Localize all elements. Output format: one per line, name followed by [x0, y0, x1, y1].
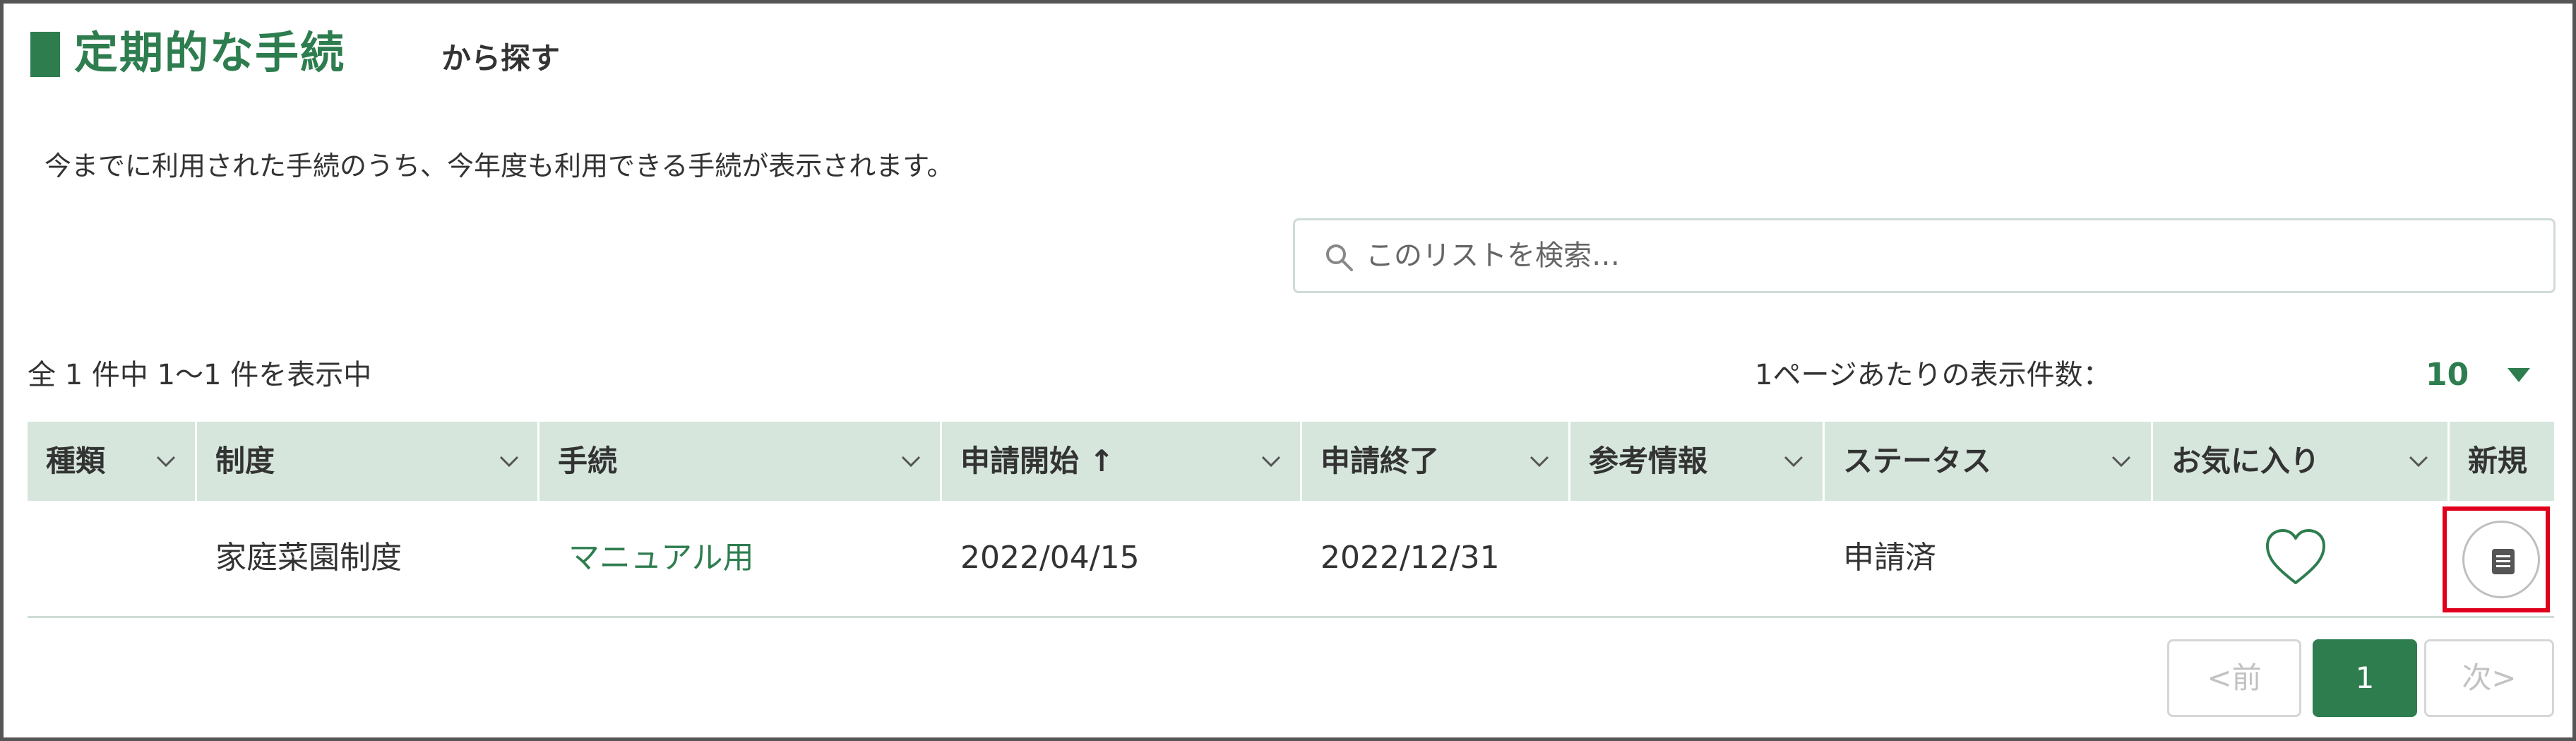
caret-down-icon	[2508, 368, 2530, 382]
procedure-link[interactable]: マニュアル用	[568, 536, 754, 580]
procedure-list-panel: 定期的な手続 から探す 今までに利用された手続のうち、今年度も利用できる手続が表…	[0, 0, 2576, 741]
heading-accent-bar	[30, 32, 60, 77]
column-label: お気に入り	[2171, 444, 2320, 478]
column-header-new: 新規	[2450, 422, 2554, 501]
column-header-start[interactable]: 申請開始 ↑	[942, 422, 1302, 501]
column-header-procedure[interactable]: 手続	[539, 422, 942, 501]
chevron-down-icon	[901, 456, 921, 468]
chevron-down-icon	[1530, 456, 1549, 468]
column-label: 制度	[215, 444, 275, 478]
column-label: 種類	[46, 444, 106, 478]
table-header: 種類 制度 手続 申請開始 ↑ 申請終了 参考情報 ステータス お気に入り 新規	[28, 422, 2554, 501]
table-row: 家庭菜園制度 マニュアル用 2022/04/15 2022/12/31 申請済	[28, 501, 2554, 618]
column-header-system[interactable]: 制度	[197, 422, 539, 501]
chevron-down-icon	[1261, 456, 1281, 468]
per-page-label: 1ページあたりの表示件数：	[1755, 359, 2111, 391]
description-text: 今までに利用された手続のうち、今年度も利用できる手続が表示されます。	[44, 150, 954, 182]
search-box[interactable]	[1293, 218, 2556, 293]
prev-page-button[interactable]: <前	[2167, 639, 2301, 717]
column-label: ステータス	[1843, 444, 1992, 478]
result-count: 全 1 件中 1～1 件を表示中	[28, 359, 372, 391]
column-label: 新規	[2468, 444, 2528, 478]
column-label: 申請開始 ↑	[960, 444, 1114, 478]
search-input[interactable]	[1366, 229, 2538, 283]
chevron-down-icon	[2409, 456, 2428, 468]
column-header-type[interactable]: 種類	[28, 422, 197, 501]
column-label: 申請終了	[1320, 444, 1440, 478]
column-label: 参考情報	[1589, 444, 1708, 478]
chevron-down-icon	[499, 456, 519, 468]
heart-outline-icon[interactable]	[2263, 526, 2328, 587]
cell-start-date: 2022/04/15	[960, 540, 1140, 576]
page-title: 定期的な手続	[74, 27, 346, 78]
document-icon	[2492, 549, 2515, 574]
page-1-button[interactable]: 1	[2313, 639, 2417, 717]
chevron-down-icon	[156, 456, 176, 468]
cell-system: 家庭菜園制度	[215, 540, 402, 576]
column-header-status[interactable]: ステータス	[1825, 422, 2153, 501]
per-page-select[interactable]: 10	[2426, 352, 2553, 398]
column-header-reference[interactable]: 参考情報	[1570, 422, 1825, 501]
next-page-button[interactable]: 次>	[2424, 639, 2554, 717]
new-application-button[interactable]	[2462, 521, 2540, 598]
per-page-value: 10	[2426, 357, 2469, 393]
cell-status: 申請済	[1843, 540, 1936, 576]
cell-end-date: 2022/12/31	[1320, 540, 1500, 576]
chevron-down-icon	[1784, 456, 1803, 468]
column-label: 手続	[558, 444, 618, 478]
column-header-end[interactable]: 申請終了	[1302, 422, 1570, 501]
column-header-favorite[interactable]: お気に入り	[2153, 422, 2450, 501]
page-subtitle: から探す	[441, 41, 561, 76]
chevron-down-icon	[2111, 456, 2131, 468]
search-icon	[1326, 244, 1353, 271]
